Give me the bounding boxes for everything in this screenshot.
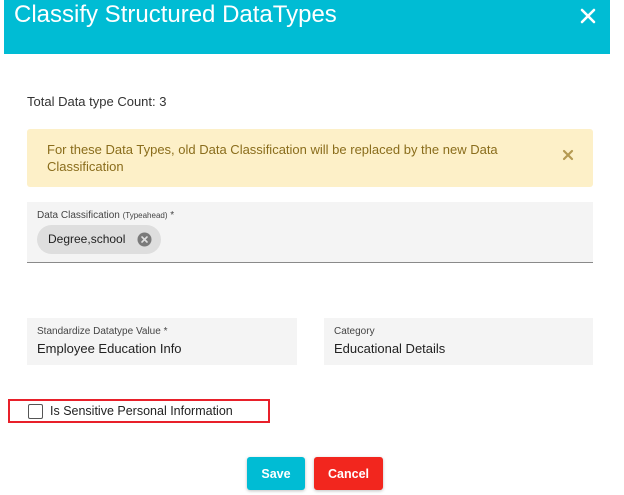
- category-field[interactable]: Category Educational Details: [324, 318, 593, 365]
- remove-circle-icon: [137, 232, 152, 247]
- typeahead-hint: (Typeahead): [122, 211, 168, 220]
- warning-alert: For these Data Types, old Data Classific…: [27, 129, 593, 187]
- chip-label: Degree,school: [48, 232, 126, 246]
- dialog-title: Classify Structured DataTypes: [14, 1, 337, 28]
- chip-remove-button[interactable]: [137, 232, 152, 247]
- standardize-label: Standardize Datatype Value *: [37, 326, 168, 337]
- required-mark: *: [167, 210, 175, 221]
- close-icon: [562, 149, 574, 161]
- data-classification-label-text: Data Classification: [37, 210, 120, 221]
- sensitive-info-label[interactable]: Is Sensitive Personal Information: [50, 404, 233, 418]
- alert-close-button[interactable]: [560, 147, 576, 163]
- dialog-header: Classify Structured DataTypes: [4, 0, 610, 54]
- data-type-count: Total Data type Count: 3: [27, 94, 167, 109]
- save-button[interactable]: Save: [247, 457, 305, 490]
- classification-chip: Degree,school: [37, 225, 161, 254]
- classify-dialog: Classify Structured DataTypes Total Data…: [0, 0, 624, 495]
- data-classification-label: Data Classification (Typeahead) *: [37, 210, 174, 221]
- category-label: Category: [334, 326, 375, 337]
- standardize-datatype-field[interactable]: Standardize Datatype Value * Employee Ed…: [27, 318, 297, 365]
- alert-message: For these Data Types, old Data Classific…: [47, 142, 498, 174]
- standardize-value: Employee Education Info: [37, 341, 182, 356]
- sensitive-info-highlight: Is Sensitive Personal Information: [8, 399, 270, 423]
- sensitive-info-checkbox[interactable]: [28, 404, 43, 419]
- category-value: Educational Details: [334, 341, 446, 356]
- data-classification-typeahead[interactable]: Data Classification (Typeahead) * Degree…: [27, 202, 593, 263]
- close-icon: [580, 8, 596, 24]
- dialog-close-button[interactable]: [576, 4, 600, 28]
- cancel-button[interactable]: Cancel: [314, 457, 383, 490]
